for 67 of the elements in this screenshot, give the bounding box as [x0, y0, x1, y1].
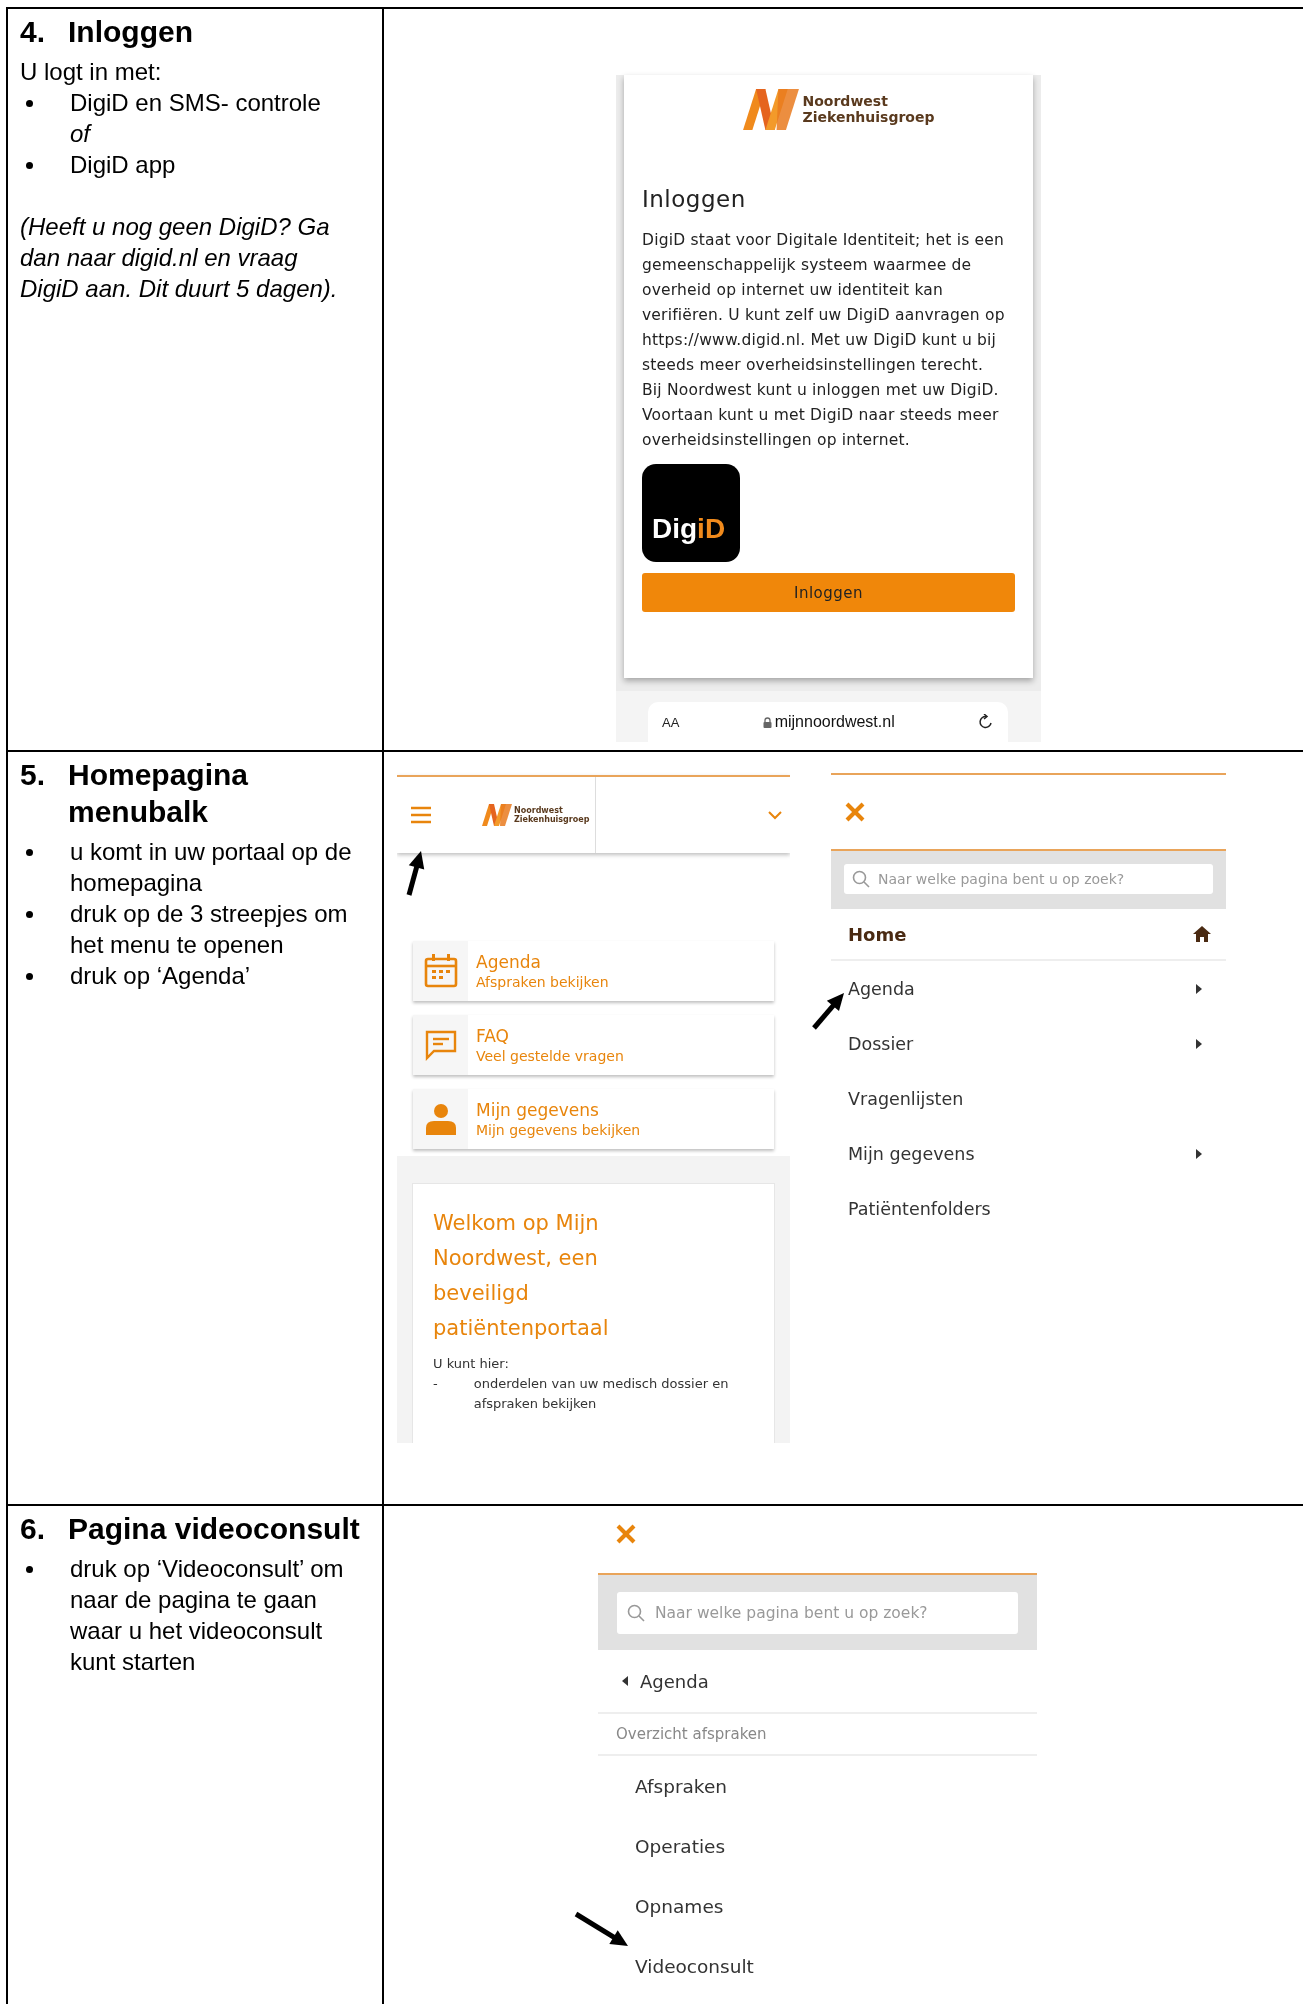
person-icon	[423, 1102, 458, 1136]
menu-item[interactable]: Dossier	[848, 1033, 914, 1054]
caret-right-icon	[1196, 983, 1202, 994]
menu-item[interactable]: Operaties	[635, 1835, 726, 1857]
section-title: Homepagina menubalk	[68, 757, 250, 830]
section-number: 5.	[20, 757, 47, 793]
bullet-icon	[26, 849, 33, 856]
list-item: DigiD app	[70, 150, 176, 180]
logo-icon	[482, 804, 512, 826]
menu-item[interactable]: Opnames	[635, 1895, 724, 1917]
home-icon	[1192, 925, 1212, 943]
menu-item[interactable]: Afspraken	[635, 1775, 727, 1797]
menu-item[interactable]: Videoconsult	[635, 1955, 754, 1977]
bullet-icon	[26, 100, 33, 107]
back-link[interactable]: Agenda	[640, 1670, 709, 1692]
menu-item[interactable]: Vragenlijsten	[848, 1088, 964, 1109]
caret-right-icon	[1196, 1148, 1202, 1159]
logo-text: Ziekenhuisgroep	[514, 815, 590, 824]
placeholder-text: Naar welke pagina bent u op zoek?	[878, 871, 1125, 887]
close-icon[interactable]	[845, 802, 865, 822]
list-item: onderdelen van uw medisch dossier en afspraken bekijken	[473, 1375, 730, 1413]
section-number: 6.	[20, 1511, 47, 1547]
bullet-icon	[26, 973, 33, 980]
bullet-icon	[26, 1566, 33, 1573]
note-text: (Heeft u nog geen DigiD? Ga dan naar digid.nl en vraag DigiD aan. Dit duurt 5 dagen).	[20, 212, 339, 304]
text-size-button[interactable]: AA	[662, 714, 680, 730]
url-text: mijnnoordwest.nl	[774, 713, 895, 731]
lock-icon	[762, 716, 772, 728]
welcome-title: Welkom op Mijn Noordwest, een beveiligd patiëntenportaal	[433, 1210, 610, 1342]
conjunction-text: of	[70, 120, 90, 147]
list-item: druk op ‘Agenda’	[70, 961, 251, 991]
address-bar[interactable]: AA mijnnoordwest.nl	[648, 702, 1008, 742]
menu-item[interactable]: Home	[848, 923, 907, 945]
logo-text: Noordwest	[514, 806, 564, 815]
calendar-icon	[423, 954, 458, 988]
body-text: U logt in met:	[20, 57, 163, 87]
list-marker: -	[433, 1375, 438, 1393]
close-icon[interactable]	[616, 1524, 636, 1544]
caret-right-icon	[1196, 1038, 1202, 1049]
menu-item[interactable]: Patiëntenfolders	[848, 1198, 991, 1219]
bullet-icon	[26, 911, 33, 918]
section-title: Inloggen	[68, 14, 193, 50]
group-heading: Overzicht afspraken	[616, 1725, 767, 1743]
login-button[interactable]: Inloggen	[642, 573, 1015, 612]
digid-logo: DigiD	[642, 464, 740, 562]
bullet-icon	[26, 162, 33, 169]
list-item: DigiD en SMS- controle	[70, 88, 321, 118]
search-icon	[627, 1604, 645, 1622]
logo-text: Noordwest	[802, 93, 889, 109]
placeholder-text: Naar welke pagina bent u op zoek?	[655, 1604, 928, 1622]
body-text: Bij Noordwest kunt u inloggen met uw DigiD. Voortaan kunt u met DigiD naar steeds meer overheidsinstellingen op internet.	[642, 380, 1000, 451]
menu-item[interactable]: Agenda	[848, 978, 915, 999]
list-item: druk op ‘Videoconsult’ om naar de pagina te gaan waar u het videoconsult kunt starten	[70, 1554, 345, 1677]
logo-text: Ziekenhuisgroep	[802, 109, 935, 125]
logo-icon	[742, 88, 799, 130]
body-text: U kunt hier:	[433, 1355, 510, 1373]
menu-icon[interactable]	[410, 806, 432, 824]
reload-icon[interactable]	[978, 714, 994, 730]
section-title: Pagina videoconsult	[68, 1511, 360, 1547]
search-icon	[852, 870, 870, 888]
body-text: DigiD staat voor Digitale Identiteit; het is een gemeenschappelijk systeem waarmee de overheid op internet uw identiteit kan verifiëren. U kunt zelf uw DigiD aanvragen op https://www.digid.nl. Met uw DigiD kunt u bij steeds meer overheidsinstellingen terecht.	[642, 230, 1006, 376]
chevron-down-icon[interactable]	[768, 810, 782, 820]
caret-left-icon[interactable]	[622, 1676, 628, 1686]
chat-icon	[423, 1029, 458, 1061]
menu-item[interactable]: Mijn gegevens	[848, 1143, 975, 1164]
page-title: Inloggen	[642, 185, 747, 214]
section-number: 4.	[20, 14, 47, 50]
